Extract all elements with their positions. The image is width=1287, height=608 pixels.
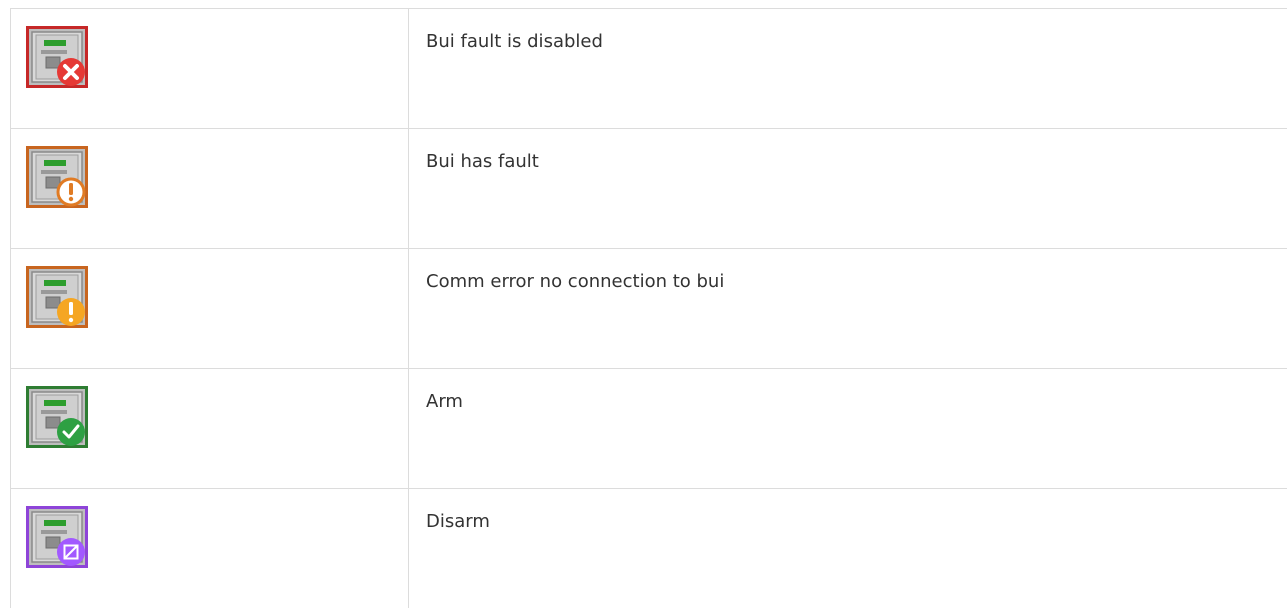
bui-disarm-icon <box>25 505 89 569</box>
description-cell: Comm error no connection to bui <box>409 249 1287 369</box>
bui-comm-error-icon <box>25 265 89 329</box>
table-row: Disarm <box>11 489 1287 608</box>
icon-cell <box>11 369 409 489</box>
bui-fault-disabled-icon <box>25 25 89 89</box>
icon-cell <box>11 9 409 129</box>
description-cell: Arm <box>409 369 1287 489</box>
icon-cell <box>11 249 409 369</box>
table-row: Bui has fault <box>11 129 1287 249</box>
table-row: Bui fault is disabled <box>11 9 1287 129</box>
description-cell: Bui has fault <box>409 129 1287 249</box>
table-row: Comm error no connection to bui <box>11 249 1287 369</box>
description-cell: Disarm <box>409 489 1287 608</box>
description-cell: Bui fault is disabled <box>409 9 1287 129</box>
status-legend-table: Bui fault is disabled Bui has fault <box>10 8 1287 608</box>
table-row: Arm <box>11 369 1287 489</box>
icon-cell <box>11 129 409 249</box>
icon-cell <box>11 489 409 608</box>
bui-has-fault-icon <box>25 145 89 209</box>
bui-arm-icon <box>25 385 89 449</box>
